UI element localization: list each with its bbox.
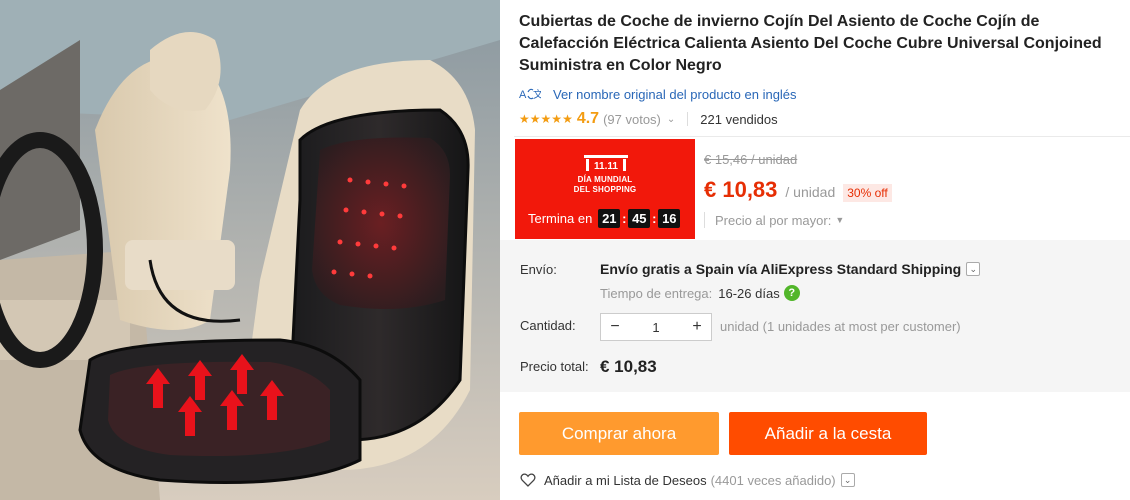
price-area: € 15,46 / unidad € 10,83 / unidad 30% of…: [704, 152, 892, 202]
divider: [704, 212, 705, 228]
rating-value: 4.7: [576, 110, 600, 127]
star-icon: ★: [551, 112, 563, 126]
divider: [514, 136, 1130, 137]
countdown-seconds: 16: [658, 208, 681, 228]
star-icon: ★: [540, 112, 552, 126]
old-price: € 15,46 / unidad: [704, 152, 798, 167]
per-unit: / unidad: [785, 184, 836, 200]
total-label: Precio total:: [520, 359, 589, 374]
delivery-time: Tiempo de entrega: 16-26 días ?: [600, 285, 800, 301]
shipping-label: Envío:: [520, 262, 557, 277]
shopping-day-logo-icon: 11.11: [584, 155, 628, 172]
add-to-cart-button[interactable]: Añadir a la cesta: [729, 412, 927, 455]
delivery-value: 16-26 días: [718, 285, 780, 301]
quantity-stepper: − +: [600, 313, 712, 341]
translate-link[interactable]: A 文 Ver nombre original del producto en …: [519, 85, 797, 103]
bulk-price-toggle[interactable]: Precio al por mayor: ▼: [704, 212, 844, 228]
minus-icon[interactable]: −: [601, 314, 629, 340]
product-title: Cubiertas de Coche de invierno Cojín Del…: [519, 13, 1102, 74]
svg-text:A: A: [519, 89, 527, 101]
countdown-hours: 21: [598, 208, 621, 228]
wishlist-label: Añadir a mi Lista de Deseos: [544, 472, 707, 488]
votes-link[interactable]: (97 votos): [603, 112, 661, 127]
star-icon: ★: [519, 112, 530, 126]
heated-seat-cover-photo: [0, 0, 500, 500]
countdown-label: Termina en: [528, 210, 593, 226]
chevron-down-icon[interactable]: ⌄: [667, 114, 675, 125]
rating-row: ★ ★ ★ ★ ★ 4.7 (97 votos) ⌄ 221 vendidos: [519, 108, 778, 130]
countdown: Termina en 21 : 45 : 16: [528, 208, 681, 228]
wishlist-count: (4401 veces añadido): [710, 472, 836, 488]
plus-icon[interactable]: +: [683, 314, 711, 340]
translate-link-label: Ver nombre original del producto en ingl…: [553, 86, 797, 102]
add-to-wishlist[interactable]: Añadir a mi Lista de Deseos (4401 veces …: [520, 471, 855, 489]
promo-name: DÍA MUNDIAL DEL SHOPPING: [573, 175, 637, 194]
caret-down-icon: ▼: [835, 215, 845, 225]
product-info-panel: Cubiertas de Coche de invierno Cojín Del…: [500, 0, 1130, 500]
quantity-input[interactable]: [629, 314, 683, 340]
quantity-note: unidad (1 unidades at most per customer): [720, 319, 961, 334]
chevron-down-icon[interactable]: ⌄: [840, 473, 855, 487]
shipping-method[interactable]: Envío gratis a Spain vía AliExpress Stan…: [600, 261, 981, 277]
star-icon: ★: [529, 112, 541, 126]
total-price: € 10,83: [600, 357, 657, 376]
discount-badge: 30% off: [843, 184, 892, 202]
chevron-down-icon[interactable]: ⌄: [966, 262, 981, 276]
product-image[interactable]: [0, 0, 500, 500]
shipping-method-text: Envío gratis a Spain vía AliExpress Stan…: [600, 261, 962, 277]
delivery-label: Tiempo de entrega:: [600, 285, 713, 301]
quantity-label: Cantidad:: [520, 318, 576, 333]
rating-stars: ★ ★ ★ ★ ★: [519, 113, 573, 125]
buy-now-button[interactable]: Comprar ahora: [519, 412, 719, 455]
sold-count: 221 vendidos: [700, 111, 778, 127]
current-price: € 10,83: [704, 177, 778, 202]
promo-logo-text: 11.11: [594, 161, 618, 172]
promo-banner: 11.11 DÍA MUNDIAL DEL SHOPPING Termina e…: [515, 139, 695, 239]
divider: [687, 112, 689, 126]
heart-icon: [520, 472, 536, 488]
translate-icon: A 文: [519, 85, 543, 103]
help-icon[interactable]: ?: [783, 285, 800, 301]
price-row: € 10,83 / unidad 30% off: [704, 177, 892, 203]
bulk-price-label: Precio al por mayor:: [715, 212, 832, 228]
svg-text:文: 文: [533, 88, 541, 101]
countdown-minutes: 45: [628, 208, 651, 228]
star-icon: ★: [562, 112, 573, 126]
